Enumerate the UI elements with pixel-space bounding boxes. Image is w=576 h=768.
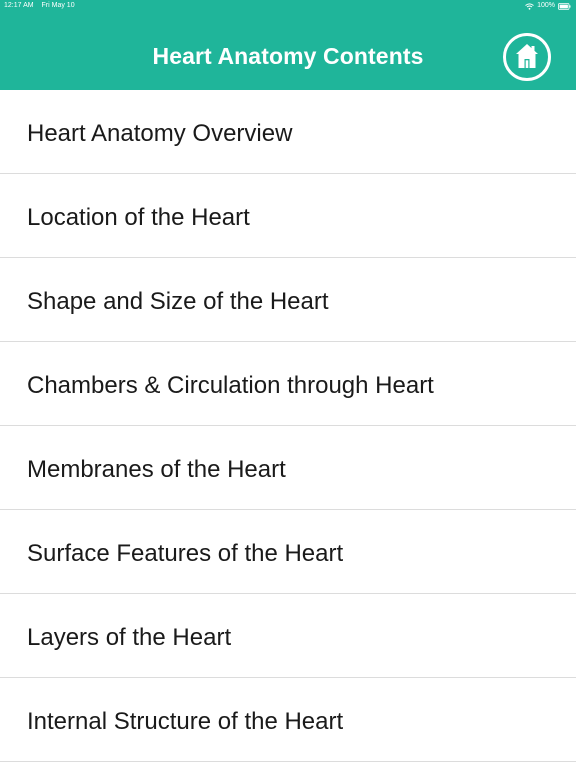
status-date: Fri May 10 bbox=[41, 2, 75, 9]
status-time: 12:17 AM bbox=[4, 2, 34, 9]
list-item-chambers-circulation[interactable]: Chambers & Circulation through Heart bbox=[0, 342, 576, 426]
battery-percent: 100% bbox=[537, 2, 555, 9]
contents-list: Heart Anatomy Overview Location of the H… bbox=[0, 90, 576, 762]
list-item-label: Surface Features of the Heart bbox=[27, 540, 344, 567]
list-item-heart-anatomy-overview[interactable]: Heart Anatomy Overview bbox=[0, 90, 576, 174]
list-item-label: Layers of the Heart bbox=[27, 624, 232, 651]
status-indicators: 100% bbox=[525, 0, 571, 12]
list-item-location-of-the-heart[interactable]: Location of the Heart bbox=[0, 174, 576, 258]
app-header: 12:17 AM Fri May 10 100% Heart Anatomy C… bbox=[0, 0, 576, 90]
list-item-membranes[interactable]: Membranes of the Heart bbox=[0, 426, 576, 510]
status-bar: 12:17 AM Fri May 10 100% bbox=[0, 0, 576, 12]
home-icon bbox=[516, 44, 538, 68]
wifi-icon bbox=[525, 2, 534, 10]
list-item-shape-and-size[interactable]: Shape and Size of the Heart bbox=[0, 258, 576, 342]
list-item-label: Internal Structure of the Heart bbox=[27, 708, 344, 735]
list-item-label: Location of the Heart bbox=[27, 204, 250, 231]
battery-icon bbox=[558, 2, 571, 10]
status-time-date: 12:17 AM Fri May 10 bbox=[4, 0, 75, 12]
list-item-label: Heart Anatomy Overview bbox=[27, 120, 293, 147]
list-item-layers[interactable]: Layers of the Heart bbox=[0, 594, 576, 678]
list-item-surface-features[interactable]: Surface Features of the Heart bbox=[0, 510, 576, 594]
list-item-label: Chambers & Circulation through Heart bbox=[27, 372, 434, 399]
list-item-label: Shape and Size of the Heart bbox=[27, 288, 329, 315]
list-item-internal-structure[interactable]: Internal Structure of the Heart bbox=[0, 678, 576, 762]
page-title: Heart Anatomy Contents bbox=[152, 43, 424, 69]
home-button[interactable] bbox=[503, 33, 551, 81]
list-item-label: Membranes of the Heart bbox=[27, 456, 286, 483]
